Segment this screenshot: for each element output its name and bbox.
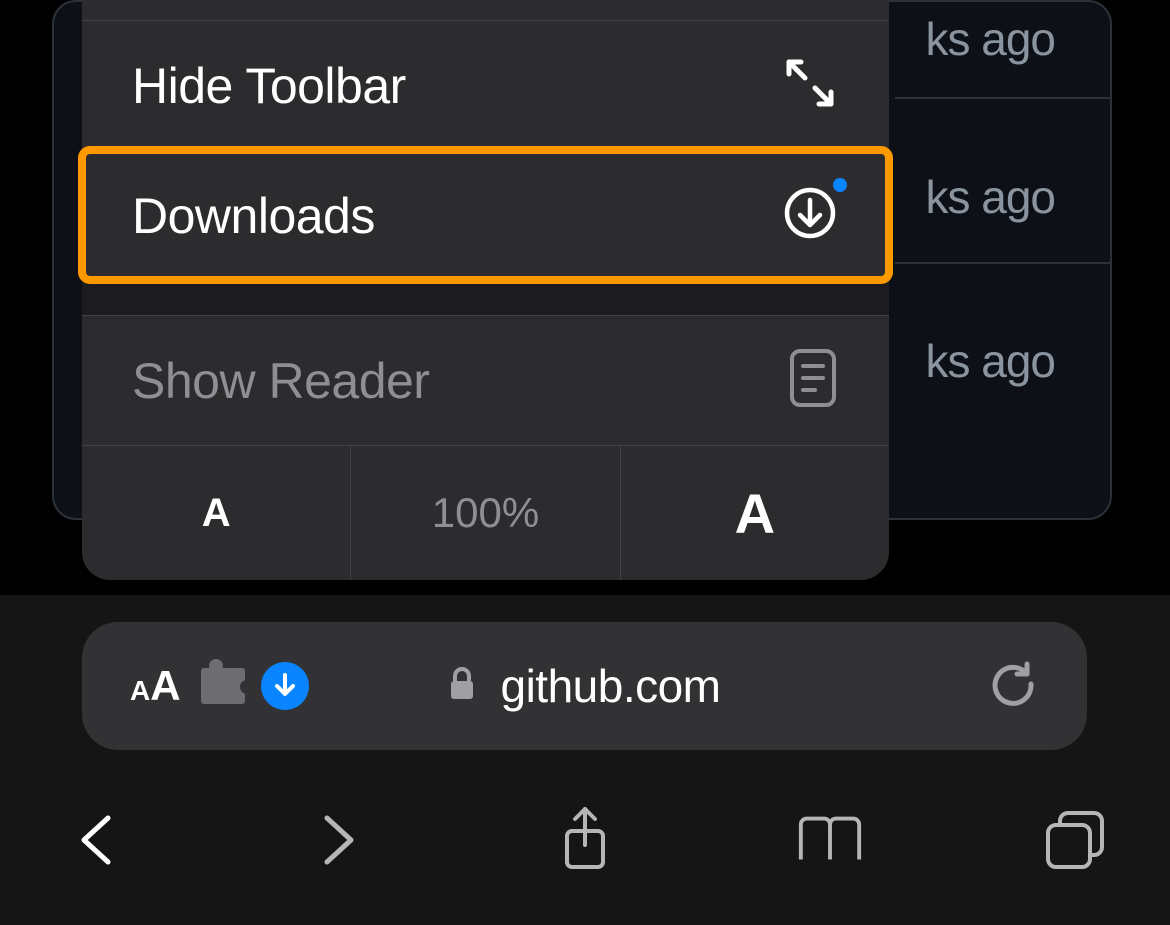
zoom-row: A 100% A <box>82 445 889 580</box>
text-size-button[interactable]: AA <box>130 662 181 710</box>
popover-separator <box>82 280 889 315</box>
expand-arrows-icon <box>783 56 837 115</box>
share-button[interactable] <box>550 805 620 875</box>
zoom-value: 100% <box>432 489 539 537</box>
menu-item-label: Downloads <box>132 187 375 245</box>
download-circle-icon <box>783 186 837 245</box>
bookmarks-button[interactable] <box>795 805 865 875</box>
address-bar-left: AA <box>130 662 309 710</box>
address-bar[interactable]: AA github.com <box>82 622 1087 750</box>
large-a-icon: A <box>735 481 775 546</box>
tabs-button[interactable] <box>1040 805 1110 875</box>
extension-icon[interactable] <box>201 668 245 704</box>
small-a-icon: A <box>130 675 150 707</box>
downloads-button[interactable] <box>261 662 309 710</box>
small-a-icon: A <box>202 491 231 536</box>
zoom-out-button[interactable]: A <box>82 446 350 580</box>
divider <box>895 97 1110 99</box>
bottom-toolbar <box>0 785 1170 895</box>
timestamp-text: ks ago <box>925 12 1055 66</box>
show-reader-item: Show Reader <box>82 315 889 445</box>
address-bar-right <box>989 660 1037 713</box>
back-button[interactable] <box>60 805 130 875</box>
zoom-in-button[interactable]: A <box>620 446 889 580</box>
popover-top-spacer <box>82 0 889 20</box>
reader-icon <box>789 348 837 413</box>
divider <box>895 262 1110 264</box>
zoom-level[interactable]: 100% <box>350 446 619 580</box>
reload-button[interactable] <box>989 660 1037 713</box>
page-settings-popover: Hide Toolbar Downloads Show Reader <box>82 0 889 580</box>
downloads-item[interactable]: Downloads <box>82 150 889 280</box>
url-text: github.com <box>500 659 720 713</box>
timestamp-text: ks ago <box>925 170 1055 224</box>
hide-toolbar-item[interactable]: Hide Toolbar <box>82 20 889 150</box>
download-badge-icon <box>833 178 847 192</box>
menu-item-label: Hide Toolbar <box>132 57 406 115</box>
menu-item-label: Show Reader <box>132 352 429 410</box>
forward-button[interactable] <box>305 805 375 875</box>
large-a-icon: A <box>150 662 180 710</box>
lock-icon <box>448 666 476 707</box>
timestamp-text: ks ago <box>925 334 1055 388</box>
